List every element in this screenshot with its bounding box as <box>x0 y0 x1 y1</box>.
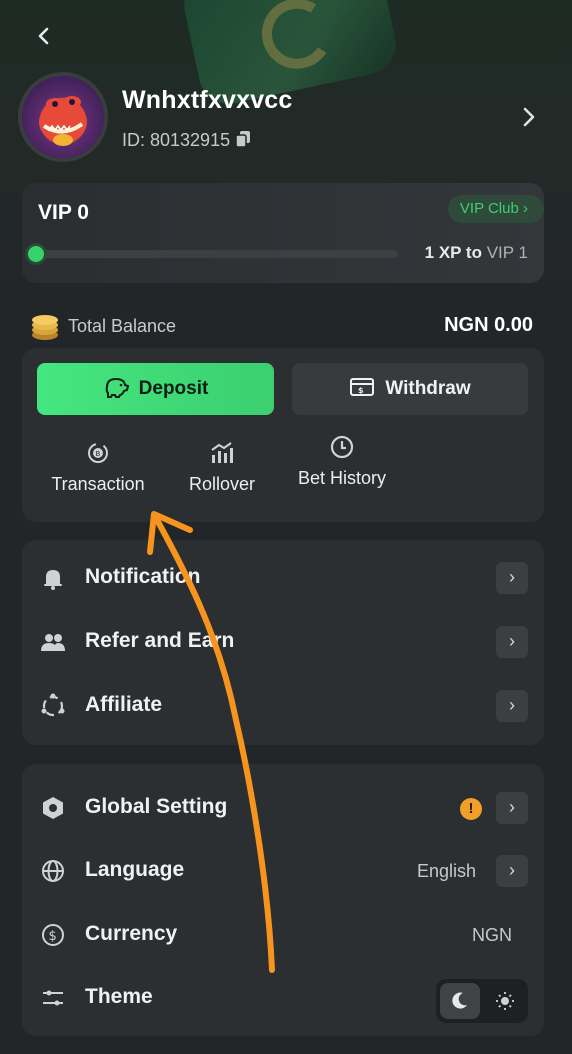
language-chevron-button[interactable]: › <box>496 855 528 887</box>
vip-card[interactable]: VIP 0 VIP Club › 1 XP to VIP 1 <box>22 183 544 283</box>
piggy-bank-icon <box>105 377 129 398</box>
language-value: English <box>416 861 476 881</box>
avatar[interactable] <box>22 76 104 158</box>
menu-item-currency[interactable]: $ Currency NGN <box>22 905 544 965</box>
settings-menu: Global Setting ! › Language English › $ … <box>22 764 544 1036</box>
refer-chevron-button[interactable]: › <box>496 626 528 658</box>
transaction-icon: B <box>88 443 108 463</box>
account-menu: Notification › Refer and Earn › Affiliat… <box>22 540 544 745</box>
rollover-icon <box>211 442 233 463</box>
notification-chevron-button[interactable]: › <box>496 562 528 594</box>
transaction-label: Transaction <box>51 474 145 494</box>
back-button[interactable] <box>32 24 56 48</box>
copy-icon[interactable] <box>236 131 250 147</box>
global-setting-label: Global Setting <box>85 795 228 818</box>
refer-and-earn-label: Refer and Earn <box>85 629 235 652</box>
language-label: Language <box>85 858 185 881</box>
menu-item-notification[interactable]: Notification › <box>22 548 544 608</box>
globe-icon <box>42 860 64 882</box>
warning-icon: ! <box>460 798 482 820</box>
vip-progress-dot <box>28 246 44 262</box>
menu-item-affiliate[interactable]: Affiliate › <box>22 676 544 736</box>
withdraw-icon: $ <box>350 377 375 396</box>
vip-level: VIP 0 <box>38 201 89 224</box>
withdraw-button[interactable]: $ Withdraw <box>292 363 528 415</box>
menu-item-language[interactable]: Language English › <box>22 841 544 901</box>
user-id: ID: 80132915 <box>122 130 231 150</box>
profile-chevron-button[interactable] <box>522 106 536 134</box>
coins-icon <box>32 315 58 340</box>
users-icon <box>41 634 65 651</box>
total-balance-label: Total Balance <box>68 316 177 336</box>
svg-text:B: B <box>96 450 101 458</box>
affiliate-icon <box>41 693 65 717</box>
currency-label: Currency <box>85 922 178 945</box>
light-theme-option[interactable] <box>486 983 524 1019</box>
svg-text:$: $ <box>358 386 364 395</box>
affiliate-label: Affiliate <box>85 693 163 716</box>
total-balance-value: NGN 0.00 <box>444 314 533 336</box>
sun-icon <box>496 992 514 1010</box>
vip-progress-track <box>32 250 398 258</box>
username: Wnhxtfxvxvcc <box>122 86 293 114</box>
bet-history-label: Bet History <box>297 468 387 488</box>
currency-value: NGN <box>472 925 512 945</box>
withdraw-label: Withdraw <box>385 378 471 399</box>
menu-item-refer-and-earn[interactable]: Refer and Earn › <box>22 612 544 672</box>
vip-xp-text: 1 XP to VIP 1 <box>425 243 528 263</box>
affiliate-chevron-button[interactable]: › <box>496 690 528 722</box>
transaction-button[interactable]: B Transaction <box>48 440 148 495</box>
vip-club-label: VIP Club <box>459 200 519 217</box>
balance-row: Total Balance NGN 0.00 <box>30 311 533 341</box>
next-vip-level: VIP 1 <box>486 243 528 262</box>
deposit-button[interactable]: Deposit <box>37 363 274 415</box>
chevron-right-icon <box>523 107 535 127</box>
global-setting-chevron-button[interactable]: › <box>496 792 528 824</box>
dragon-avatar-icon <box>39 96 87 146</box>
wallet-actions-card: Deposit $ Withdraw B Transaction Rollover… <box>22 348 544 522</box>
notification-label: Notification <box>85 565 201 588</box>
rollover-label: Rollover <box>188 474 256 494</box>
settings-hex-icon <box>43 797 63 819</box>
moon-icon <box>452 992 467 1009</box>
dollar-circle-icon: $ <box>42 924 64 946</box>
vip-club-button[interactable]: VIP Club › <box>447 195 544 223</box>
bell-icon <box>44 570 62 590</box>
theme-toggle[interactable] <box>436 979 528 1023</box>
clock-icon <box>330 435 354 459</box>
bet-history-button[interactable]: Bet History <box>290 434 394 489</box>
deposit-label: Deposit <box>138 378 209 399</box>
rollover-button[interactable]: Rollover <box>172 440 272 495</box>
svg-text:$: $ <box>49 929 57 944</box>
theme-label: Theme <box>85 985 153 1008</box>
sliders-icon <box>43 990 63 1006</box>
menu-item-global-setting[interactable]: Global Setting ! › <box>22 778 544 838</box>
menu-item-theme: Theme <box>22 968 544 1028</box>
chevron-right-icon: › <box>523 200 528 217</box>
xp-needed: 1 XP to <box>424 243 482 262</box>
dark-theme-option[interactable] <box>440 983 480 1019</box>
chevron-left-icon <box>38 27 49 45</box>
